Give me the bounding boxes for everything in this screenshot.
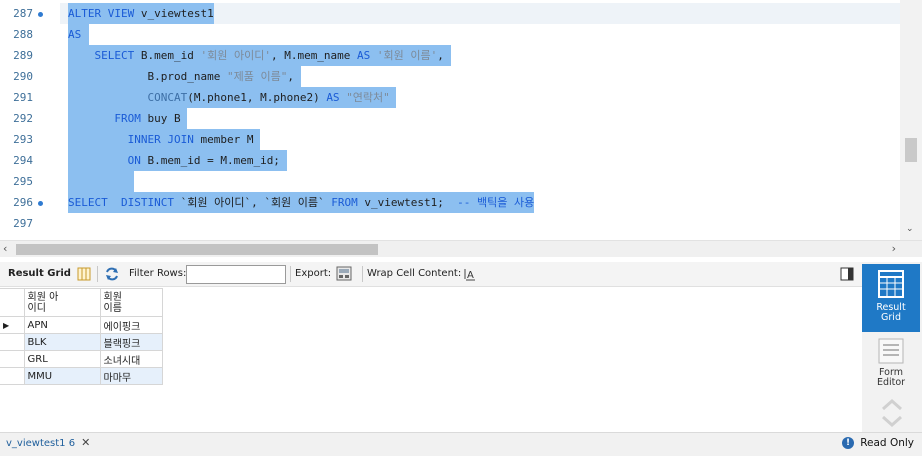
current-row-indicator-icon: ▶ xyxy=(0,316,25,334)
table-row[interactable]: ▶ APN 에이핑크 xyxy=(0,316,163,334)
line-number: 294 xyxy=(13,154,33,167)
column-header[interactable]: 회원 아 이디 xyxy=(23,288,101,317)
line-number: 293 xyxy=(13,133,33,146)
wrap-cell-content-label: Wrap Cell Content: xyxy=(367,268,462,279)
filter-rows-label: Filter Rows: xyxy=(129,268,187,279)
table-cell[interactable]: 소녀시대 xyxy=(99,350,163,368)
line-number: 288 xyxy=(13,28,33,41)
line-number: 292 xyxy=(13,112,33,125)
status-bar: v_viewtest1 6 ✕ ! Read Only xyxy=(0,432,922,456)
row-indicator xyxy=(0,367,25,385)
form-editor-button[interactable]: Form Editor xyxy=(862,334,920,392)
code-text: ALTER VIEW v_viewtest1 xyxy=(68,3,214,24)
result-grid-label: Result Grid xyxy=(8,268,71,279)
wrap-text-icon[interactable]: A xyxy=(463,267,477,281)
export-label: Export: xyxy=(295,268,332,279)
scroll-right-arrow-icon[interactable]: › xyxy=(892,242,896,255)
filter-rows-input[interactable] xyxy=(186,265,286,284)
close-icon[interactable]: ✕ xyxy=(81,436,90,449)
line-number: 296 xyxy=(13,196,33,209)
line-number: 290 xyxy=(13,70,33,83)
editor-line-287[interactable]: 287 ALTER VIEW v_viewtest1 xyxy=(0,3,900,24)
editor-horizontal-scrollbar[interactable]: ‹ › xyxy=(0,240,922,257)
svg-text:A: A xyxy=(467,270,474,281)
result-tab[interactable]: v_viewtest1 6 ✕ xyxy=(0,433,96,455)
row-indicator-header xyxy=(0,288,25,317)
table-cell[interactable]: 에이핑크 xyxy=(99,316,163,334)
editor-line-289[interactable]: 289 SELECT B.mem_id '회원 아이디', M.mem_name… xyxy=(0,45,900,66)
sql-editor[interactable]: 287 ALTER VIEW v_viewtest1 288 AS 289 SE… xyxy=(0,0,922,240)
line-number: 295 xyxy=(13,175,33,188)
toolbar-divider xyxy=(97,266,98,282)
result-grid-button[interactable]: Result Grid xyxy=(862,264,920,332)
code-text: CONCAT(M.phone1, M.phone2) AS "연락처" xyxy=(68,87,397,108)
table-cell[interactable]: 마마무 xyxy=(99,367,163,385)
export-icon[interactable] xyxy=(336,266,354,282)
editor-line-297[interactable]: 297 xyxy=(0,213,900,234)
grid-layout-icon[interactable] xyxy=(77,267,91,281)
line-number: 297 xyxy=(13,217,33,230)
form-editor-icon xyxy=(878,338,904,364)
editor-line-292[interactable]: 292 FROM buy B xyxy=(0,108,900,129)
column-header[interactable]: 회원 이름 xyxy=(99,288,163,317)
toggle-panel-icon[interactable] xyxy=(840,267,854,281)
code-text: SELECT B.mem_id '회원 아이디', M.mem_name AS … xyxy=(68,45,451,66)
result-toolbar: Result Grid Filter Rows: Export: Wrap Ce… xyxy=(0,262,862,287)
table-cell[interactable]: BLK xyxy=(23,333,101,351)
collapse-chevrons-icon[interactable] xyxy=(880,398,904,428)
table-header-row: 회원 아 이디 회원 이름 xyxy=(0,288,163,317)
editor-line-288[interactable]: 288 AS xyxy=(0,24,900,45)
line-number: 289 xyxy=(13,49,33,62)
code-text: B.prod_name "제품 이름", xyxy=(68,66,301,87)
refresh-icon[interactable] xyxy=(104,267,120,281)
code-text: ON B.mem_id = M.mem_id; xyxy=(68,150,287,171)
scroll-left-arrow-icon[interactable]: ‹ xyxy=(3,242,7,255)
editor-line-290[interactable]: 290 B.prod_name "제품 이름", xyxy=(0,66,900,87)
scrollbar-thumb[interactable] xyxy=(905,138,917,162)
code-text: SELECT DISTINCT `회원 아이디`, `회원 이름` FROM v… xyxy=(68,192,535,213)
code-text: AS xyxy=(68,24,89,45)
info-icon: ! xyxy=(842,437,854,449)
row-indicator xyxy=(0,350,25,368)
form-editor-button-label: Form Editor xyxy=(876,367,906,388)
result-table: 회원 아 이디 회원 이름 ▶ APN 에이핑크 BLK 블랙핑크 GRL 소녀… xyxy=(0,288,163,385)
row-indicator xyxy=(0,333,25,351)
editor-vertical-scrollbar[interactable]: ⌄ xyxy=(900,0,922,240)
result-side-panel: Result Grid Form Editor xyxy=(862,262,922,432)
result-grid-icon xyxy=(878,270,904,298)
result-grid[interactable]: 회원 아 이디 회원 이름 ▶ APN 에이핑크 BLK 블랙핑크 GRL 소녀… xyxy=(0,288,862,432)
table-cell[interactable]: MMU xyxy=(23,367,101,385)
code-text: INNER JOIN member M xyxy=(68,129,261,150)
table-row[interactable]: MMU 마마무 xyxy=(0,367,163,385)
code-text xyxy=(68,171,135,192)
statement-marker-icon xyxy=(38,201,43,206)
statement-marker-icon xyxy=(38,12,43,17)
scrollbar-thumb[interactable] xyxy=(16,244,378,255)
editor-line-295[interactable]: 295 xyxy=(0,171,900,192)
read-only-label: Read Only xyxy=(860,437,914,449)
code-text: FROM buy B xyxy=(68,108,188,129)
toolbar-divider xyxy=(362,266,363,282)
line-number: 291 xyxy=(13,91,33,104)
table-cell[interactable]: GRL xyxy=(23,350,101,368)
editor-line-291[interactable]: 291 CONCAT(M.phone1, M.phone2) AS "연락처" xyxy=(0,87,900,108)
toolbar-divider xyxy=(290,266,291,282)
editor-line-296[interactable]: 296 SELECT DISTINCT `회원 아이디`, `회원 이름` FR… xyxy=(0,192,900,213)
table-row[interactable]: GRL 소녀시대 xyxy=(0,350,163,368)
table-cell[interactable]: 블랙핑크 xyxy=(99,333,163,351)
result-tab-label: v_viewtest1 6 xyxy=(6,438,76,449)
table-cell[interactable]: APN xyxy=(23,316,101,334)
scroll-down-arrow-icon[interactable]: ⌄ xyxy=(906,224,914,234)
table-row[interactable]: BLK 블랙핑크 xyxy=(0,333,163,351)
editor-line-293[interactable]: 293 INNER JOIN member M xyxy=(0,129,900,150)
line-number: 287 xyxy=(13,7,33,20)
result-grid-button-label: Result Grid xyxy=(876,302,906,323)
editor-line-294[interactable]: 294 ON B.mem_id = M.mem_id; xyxy=(0,150,900,171)
